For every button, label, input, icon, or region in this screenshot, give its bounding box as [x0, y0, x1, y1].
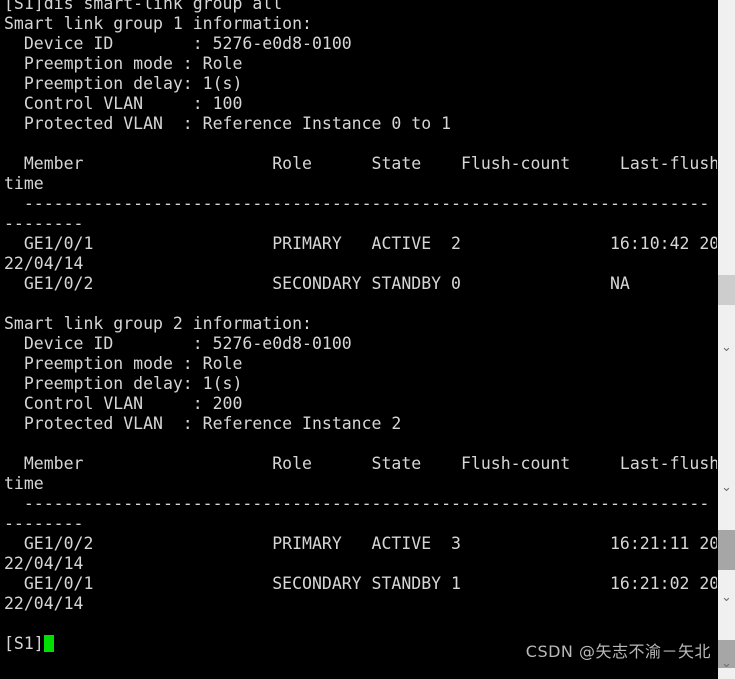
terminal-line-group2-member-row-wrap: 22/04/14 — [4, 554, 84, 573]
terminal-line-group1-separator-wrap: -------- — [4, 214, 84, 233]
terminal-line-group1-member-row: GE1/0/2 SECONDARY STANDBY 0 NA — [4, 274, 630, 293]
prompt-label: [S1] — [4, 634, 44, 653]
terminal-line-group2-member-row: GE1/0/2 PRIMARY ACTIVE 3 16:21:11 20 — [4, 534, 717, 553]
scrollbar-thumb[interactable] — [718, 275, 735, 305]
terminal-line-group2-title: Smart link group 2 information: — [4, 314, 312, 333]
terminal-output-pane[interactable]: [S1]dis smart-link g [S1]dis smart-link … — [0, 0, 717, 679]
terminal-line-group2-separator: ----------------------------------------… — [4, 494, 710, 513]
terminal-line-group2-separator-wrap: -------- — [4, 514, 84, 533]
csdn-watermark: CSDN @矢志不渝－矢北 — [525, 642, 711, 661]
terminal-line-group2-device-id: Device ID : 5276-e0d8-0100 — [4, 334, 352, 353]
terminal-line-group2-protected-vlan: Protected VLAN : Reference Instance 2 — [4, 414, 402, 433]
terminal-line-group2-table-header-wrap: time — [4, 474, 44, 493]
terminal-line-group2-member-row-wrap: 22/04/14 — [4, 594, 84, 613]
terminal-line-command: [S1]dis smart-link group all — [4, 0, 283, 13]
terminal-line-group2-table-header: Member Role State Flush-count Last-flush… — [4, 454, 717, 473]
terminal-window: [S1]dis smart-link g [S1]dis smart-link … — [0, 0, 735, 679]
terminal-line-group2-control-vlan: Control VLAN : 200 — [4, 394, 243, 413]
chevron-down-icon[interactable]: ⌄ — [718, 480, 735, 496]
cursor-block — [43, 635, 54, 652]
terminal-line-group1-protected-vlan: Protected VLAN : Reference Instance 0 to… — [4, 114, 452, 133]
terminal-line-group1-table-header: Member Role State Flush-count Last-flush… — [4, 154, 717, 173]
vertical-scrollbar[interactable]: ⌄ ⌄ ⌄ ⌄ — [717, 0, 735, 679]
terminal-line-group1-control-vlan: Control VLAN : 100 — [4, 94, 243, 113]
terminal-line-group2-preemption-mode: Preemption mode : Role — [4, 354, 243, 373]
terminal-line-group1-title: Smart link group 1 information: — [4, 14, 312, 33]
terminal-line-group2-preemption-delay: Preemption delay: 1(s) — [4, 374, 243, 393]
terminal-line-group1-member-row: GE1/0/1 PRIMARY ACTIVE 2 16:10:42 20 — [4, 234, 717, 253]
terminal-line-group1-device-id: Device ID : 5276-e0d8-0100 — [4, 34, 352, 53]
chevron-down-icon[interactable]: ⌄ — [718, 590, 735, 606]
terminal-line-group1-table-header-wrap: time — [4, 174, 44, 193]
terminal-line-group2-member-row: GE1/0/1 SECONDARY STANDBY 1 16:21:02 20 — [4, 574, 717, 593]
terminal-line-group1-preemption-delay: Preemption delay: 1(s) — [4, 74, 243, 93]
chevron-down-icon[interactable]: ⌄ — [718, 340, 735, 356]
chevron-down-icon[interactable]: ⌄ — [718, 656, 735, 672]
terminal-line-group1-separator: ----------------------------------------… — [4, 194, 710, 213]
terminal-line-group1-member-row-wrap: 22/04/14 — [4, 254, 84, 273]
scrollbar-thumb[interactable] — [718, 530, 735, 570]
terminal-line-group1-preemption-mode: Preemption mode : Role — [4, 54, 243, 73]
